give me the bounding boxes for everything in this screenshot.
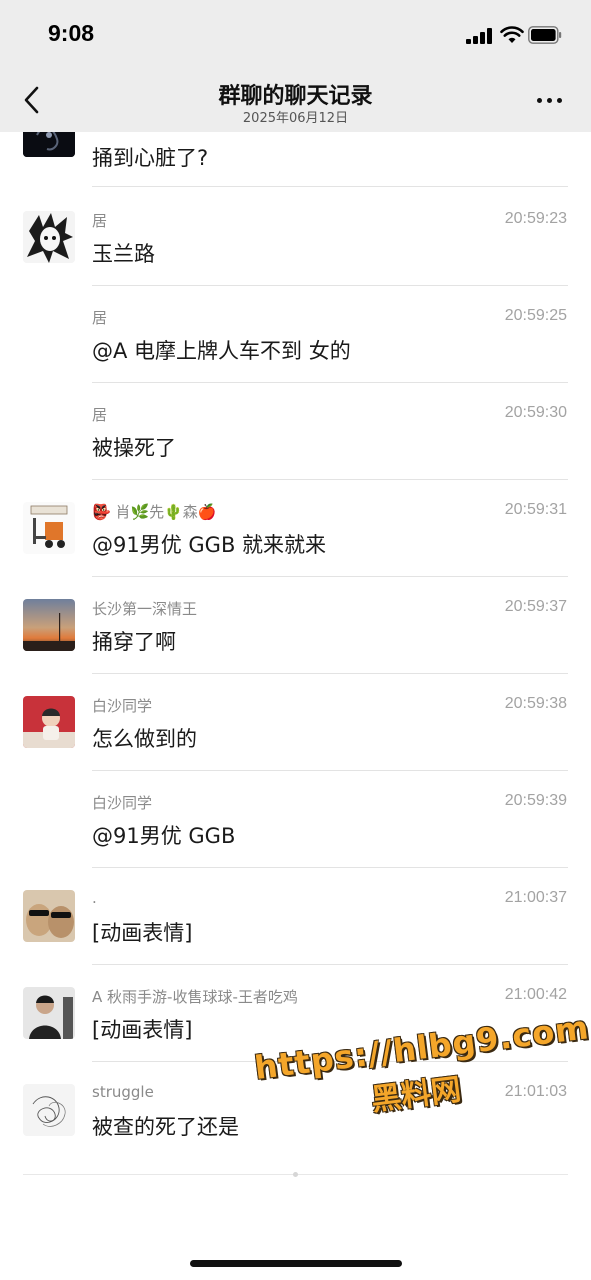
message-text: @91男优 GGB 就来就来	[92, 533, 327, 557]
message-time: 20:59:39	[504, 792, 567, 809]
nav-bar: 群聊的聊天记录 2025年06月12日	[0, 70, 591, 132]
message-text: [动画表情]	[92, 1018, 193, 1042]
message-item[interactable]: 白沙同学 20:59:39 @91男优 GGB	[0, 770, 591, 868]
message-text: @91男优 GGB	[92, 824, 236, 848]
status-time: 9:08	[48, 20, 95, 46]
avatar[interactable]	[23, 502, 75, 554]
message-item[interactable]: 捅到心脏了?	[0, 132, 591, 187]
home-indicator[interactable]	[190, 1260, 402, 1267]
sender-name: 居	[92, 309, 108, 327]
wifi-icon	[500, 26, 524, 43]
page-title: 群聊的聊天记录	[218, 84, 373, 109]
sender-name: 居	[92, 406, 108, 424]
sender-name: 👺 肖🌿先🌵森🍎	[92, 503, 217, 521]
message-text: @A 电摩上牌人车不到 女的	[92, 339, 351, 363]
message-item[interactable]: 👺 肖🌿先🌵森🍎 20:59:31 @91男优 GGB 就来就来	[0, 479, 591, 577]
message-time: 21:00:42	[504, 986, 567, 1003]
message-item[interactable]: struggle 21:01:03 被查的死了还是	[0, 1061, 591, 1158]
more-button[interactable]	[532, 90, 568, 110]
avatar[interactable]	[23, 890, 75, 942]
avatar[interactable]	[23, 599, 75, 651]
message-time: 21:00:37	[504, 889, 567, 906]
message-time: 20:59:23	[504, 210, 567, 227]
sender-name: 白沙同学	[92, 697, 153, 715]
ellipsis-icon	[537, 98, 542, 103]
message-text: 捅到心脏了?	[92, 146, 209, 170]
avatar[interactable]	[23, 211, 75, 263]
status-bar: 9:08	[0, 0, 591, 70]
sender-name: 白沙同学	[92, 794, 153, 812]
sender-name: A 秋雨手游-收售球球-王者吃鸡	[92, 988, 298, 1006]
battery-icon	[528, 26, 562, 44]
sender-name: 居	[92, 212, 108, 230]
divider	[92, 186, 568, 187]
message-time: 20:59:30	[504, 404, 567, 421]
message-time: 20:59:31	[504, 501, 567, 518]
list-end-dot	[293, 1172, 298, 1177]
message-item[interactable]: 居 20:59:23 玉兰路	[0, 188, 591, 286]
message-time: 20:59:25	[504, 307, 567, 324]
page-subtitle: 2025年06月12日	[242, 111, 349, 126]
avatar[interactable]	[23, 987, 75, 1039]
message-item[interactable]: 居 20:59:30 被操死了	[0, 382, 591, 480]
sender-name: .	[92, 889, 97, 907]
sender-name: 长沙第一深情王	[92, 600, 198, 618]
message-item[interactable]: A 秋雨手游-收售球球-王者吃鸡 21:00:42 [动画表情]	[0, 964, 591, 1062]
top-area: 9:08 群聊的聊天记录 2025年06月12日	[0, 0, 591, 132]
message-time: 21:01:03	[504, 1083, 567, 1100]
message-text: 玉兰路	[92, 242, 155, 266]
message-list[interactable]: 捅到心脏了? 居 20:59:23 玉兰路 居 20:59:25 @A 电摩上牌…	[0, 132, 591, 1232]
message-item[interactable]: 白沙同学 20:59:38 怎么做到的	[0, 673, 591, 771]
message-text: 怎么做到的	[92, 727, 197, 751]
message-text: [动画表情]	[92, 921, 193, 945]
avatar[interactable]	[23, 132, 75, 157]
sender-name: struggle	[92, 1083, 154, 1101]
avatar[interactable]	[23, 696, 75, 748]
avatar[interactable]	[23, 1084, 75, 1136]
message-text: 被操死了	[92, 436, 176, 460]
message-text: 捅穿了啊	[92, 630, 176, 654]
message-time: 20:59:37	[504, 598, 567, 615]
message-item[interactable]: 居 20:59:25 @A 电摩上牌人车不到 女的	[0, 285, 591, 383]
message-text: 被查的死了还是	[92, 1115, 239, 1139]
message-time: 20:59:38	[504, 695, 567, 712]
cellular-signal-icon	[466, 28, 494, 44]
message-item[interactable]: . 21:00:37 [动画表情]	[0, 867, 591, 965]
message-item[interactable]: 长沙第一深情王 20:59:37 捅穿了啊	[0, 576, 591, 674]
